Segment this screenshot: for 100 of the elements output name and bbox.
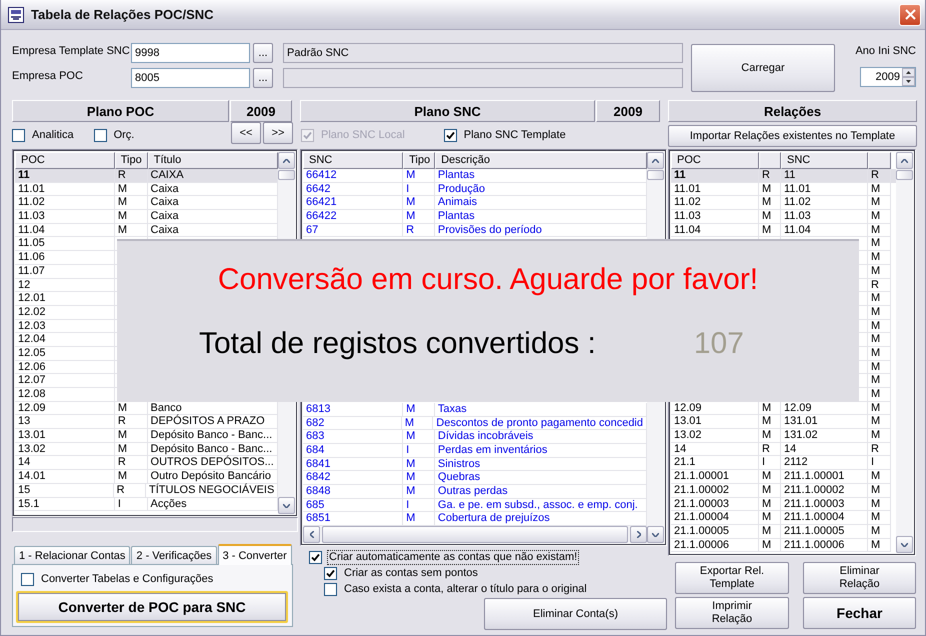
table-cell: 131.01 <box>781 415 868 430</box>
table-cell: CAIXA <box>148 169 278 183</box>
table-cell: M <box>403 471 435 485</box>
table-cell: Depósito Banco - Banc... <box>148 442 278 456</box>
table-cell: 13 <box>15 415 115 430</box>
table-cell: R <box>114 484 146 498</box>
table-cell: Perdas em inventários <box>434 444 647 458</box>
table-cell: Descontos de pronto pagamento concedid <box>433 416 647 430</box>
table-cell: M <box>868 224 891 238</box>
table-cell: Depósito Banco - Banc... <box>148 429 278 443</box>
table-cell: 6842 <box>303 471 404 485</box>
table-cell: 11.07 <box>15 264 115 278</box>
table-cell: M <box>868 320 891 334</box>
table-cell: Caixa <box>148 196 278 210</box>
table-cell: 211.1.00004 <box>781 511 868 525</box>
table-cell: M <box>868 402 891 416</box>
table-cell: M <box>759 210 781 224</box>
table-cell: M <box>868 374 891 388</box>
section-header: Plano POC <box>12 100 229 122</box>
table-cell: M <box>759 538 781 552</box>
table-cell: 12.03 <box>15 320 115 334</box>
table-cell: Quebras <box>434 471 647 485</box>
table-cell: M <box>759 196 781 210</box>
table-cell: M <box>759 224 781 238</box>
table-cell: R <box>114 169 148 183</box>
table-cell: M <box>868 538 891 552</box>
table-cell: 12.05 <box>15 346 115 361</box>
table-cell: 11.03 <box>781 210 868 224</box>
total-label: Total de registos convertidos : <box>199 327 596 361</box>
table-cell: 21.1.00003 <box>671 498 759 512</box>
table-cell: Provisões do período <box>434 224 647 238</box>
table-cell: M <box>868 524 891 539</box>
table-cell: 211.1.00006 <box>781 538 868 552</box>
table-cell: M <box>868 237 891 252</box>
table-cell: 12.01 <box>15 292 115 306</box>
table-cell: M <box>403 430 435 444</box>
table-cell: M <box>114 210 148 224</box>
section-header: Plano SNC <box>300 100 595 122</box>
table-cell: M <box>868 498 891 512</box>
table-cell: DEPÓSITOS A PRAZO <box>148 415 278 430</box>
table-cell: R <box>868 442 891 456</box>
table-cell: 11.05 <box>15 237 115 252</box>
table-cell: M <box>868 511 891 525</box>
year-header: 2009 <box>596 100 660 122</box>
table-cell: M <box>402 416 434 430</box>
table-cell: 21.1.00004 <box>671 511 759 525</box>
table-cell: Acções <box>148 498 278 512</box>
table-cell: 21.1.00006 <box>671 538 759 552</box>
table-cell: 11.01 <box>781 182 868 196</box>
table-cell: 11.04 <box>781 224 868 238</box>
table-cell: 131.02 <box>781 429 868 443</box>
table-cell: Outro Depósito Bancário <box>148 470 278 484</box>
table-cell: M <box>759 429 781 443</box>
table-cell: 11 <box>671 169 759 183</box>
table-cell: M <box>868 182 891 196</box>
table-cell: 21.1.00002 <box>671 484 759 498</box>
table-cell: M <box>759 511 781 525</box>
table-cell: 12.06 <box>15 360 115 374</box>
table-cell: 683 <box>303 430 404 444</box>
section-header: Relações <box>668 100 917 122</box>
table-cell: M <box>114 196 148 210</box>
table-cell: 684 <box>303 444 404 458</box>
table-cell: 11.04 <box>671 224 759 238</box>
table-cell: 12.09 <box>15 402 115 416</box>
table-cell: Caixa <box>148 182 278 196</box>
table-cell: 13.01 <box>15 429 115 443</box>
field-label: Empresa POC <box>12 69 84 83</box>
table-cell: 6642 <box>303 182 404 196</box>
table-cell: Produção <box>434 182 647 196</box>
table-cell: R <box>868 278 891 292</box>
table-cell: M <box>868 292 891 306</box>
table-cell: M <box>403 196 435 210</box>
table-cell: 21.1.00005 <box>671 524 759 539</box>
table-cell: 211.1.00003 <box>781 498 868 512</box>
total-count: 107 <box>694 327 744 361</box>
table-cell: 12 <box>15 278 115 292</box>
table-cell: M <box>868 484 891 498</box>
table-cell: M <box>868 346 891 361</box>
table-cell: 21.1.00001 <box>671 470 759 484</box>
table-cell: Animais <box>434 196 647 210</box>
table-cell: 14 <box>15 456 115 470</box>
table-cell: 14.01 <box>15 470 115 484</box>
table-cell: 11.02 <box>671 196 759 210</box>
table-cell: I <box>868 456 891 470</box>
table-cell: M <box>868 415 891 430</box>
table-cell: M <box>403 169 435 183</box>
table-cell: 2112 <box>781 456 868 470</box>
table-cell: 14 <box>671 442 759 456</box>
table-cell: M <box>403 210 435 224</box>
table-cell: 11.02 <box>15 196 115 210</box>
table-cell: 11.03 <box>15 210 115 224</box>
table-cell: TÍTULOS NEGOCIÁVEIS <box>146 484 278 498</box>
table-cell: Caixa <box>148 224 278 238</box>
table-cell: 211.1.00005 <box>781 524 868 539</box>
table-cell: 66421 <box>303 196 404 210</box>
table-cell: M <box>759 182 781 196</box>
table-cell: I <box>114 498 148 512</box>
table-cell: Dívidas incobráveis <box>434 430 647 444</box>
table-cell: R <box>759 442 781 456</box>
table-cell: M <box>868 360 891 374</box>
